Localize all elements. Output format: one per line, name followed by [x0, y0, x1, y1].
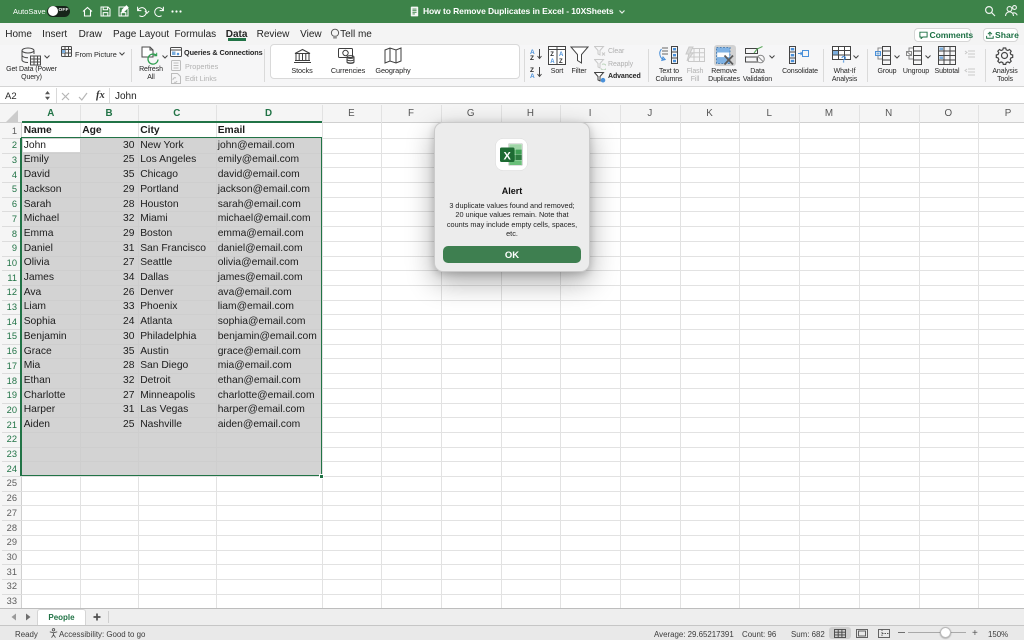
- svg-text:Z: Z: [530, 55, 534, 60]
- svg-text:Z: Z: [559, 59, 563, 65]
- svg-text:A: A: [550, 59, 555, 65]
- svg-text:?: ?: [841, 55, 847, 64]
- svg-text:A: A: [530, 73, 535, 78]
- svg-text:A: A: [559, 52, 564, 58]
- svg-text:Z: Z: [550, 52, 554, 58]
- svg-text:X: X: [504, 151, 512, 163]
